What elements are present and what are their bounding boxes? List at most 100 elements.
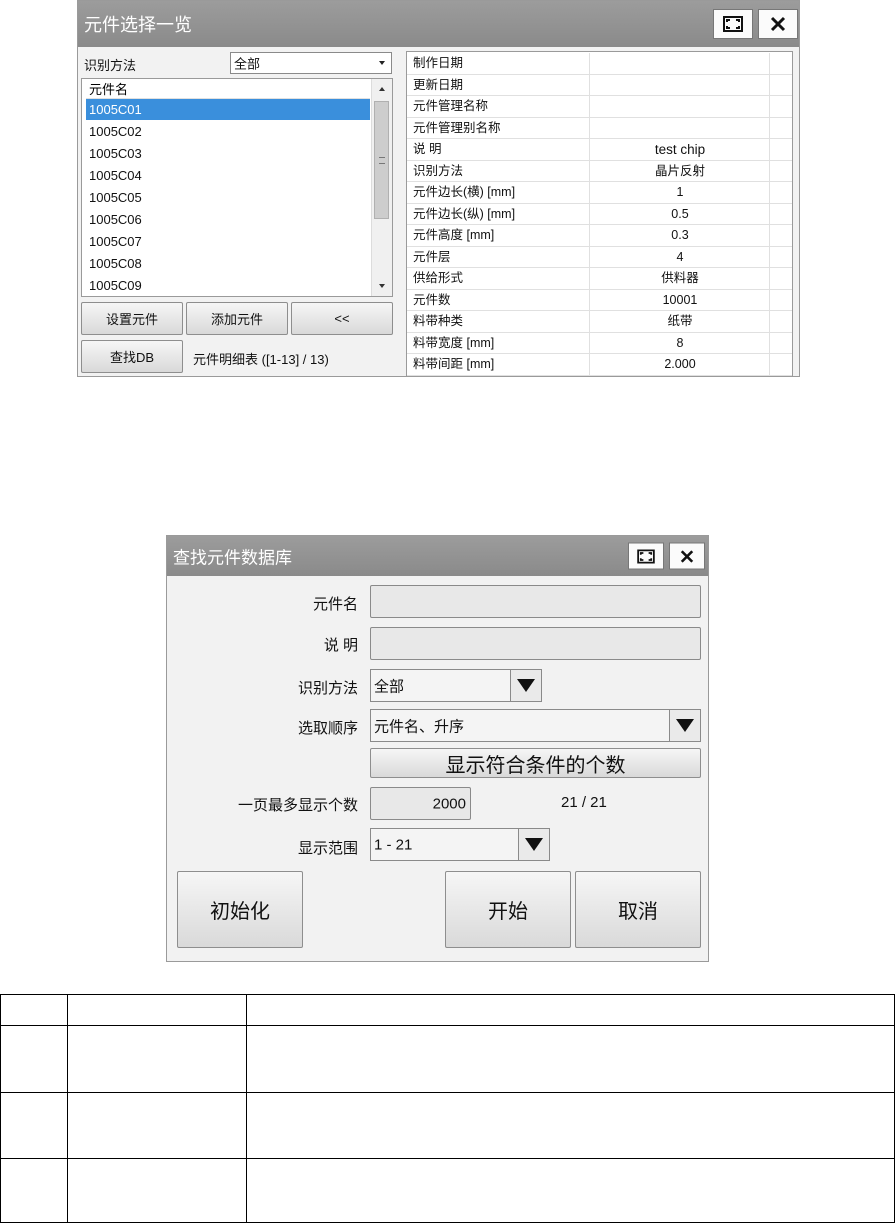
table-cell	[246, 1025, 895, 1093]
table-cell	[246, 1158, 895, 1223]
scroll-up-icon[interactable]	[379, 87, 385, 91]
list-item[interactable]: 1005C04	[86, 165, 370, 186]
list-item-label: 1005C06	[89, 212, 142, 227]
list-scrollbar[interactable]	[371, 79, 392, 296]
description-label: 说 明	[323, 637, 358, 654]
dropdown-arrow[interactable]	[510, 670, 541, 701]
match-count: 21 / 21	[561, 794, 607, 811]
order-label: 选取顺序	[297, 720, 358, 737]
triangle-down-icon	[676, 719, 694, 732]
table-cell	[246, 1092, 895, 1159]
range-value: 1 - 21	[374, 836, 413, 853]
description-input[interactable]	[370, 627, 701, 660]
dropdown-arrow[interactable]	[518, 829, 549, 860]
set-component-button[interactable]: 设置元件	[81, 302, 183, 335]
table-row	[0, 1092, 895, 1159]
find-db-button[interactable]: 查找DB	[81, 340, 183, 373]
list-item-label: 1005C03	[89, 146, 142, 161]
scroll-down-icon[interactable]	[379, 284, 385, 288]
list-item[interactable]: 1005C08	[86, 253, 370, 274]
property-name: 元件数	[413, 292, 451, 307]
property-value	[589, 53, 770, 74]
table-row: 料带宽度 [mm] 8	[407, 332, 792, 354]
property-value: 晶片反射	[589, 160, 770, 182]
list-item[interactable]: 1005C03	[86, 143, 370, 164]
document-table	[0, 994, 895, 1223]
scroll-thumb[interactable]	[374, 101, 389, 219]
list-header: 元件名	[86, 81, 370, 99]
title-bar: 元件选择一览	[78, 1, 799, 47]
close-button[interactable]	[669, 542, 705, 570]
window-title: 查找元件数据库	[173, 548, 292, 568]
list-item-label: 1005C05	[89, 190, 142, 205]
order-dropdown[interactable]: 元件名、升序	[370, 709, 701, 742]
name-input[interactable]	[370, 585, 701, 618]
property-value	[589, 74, 770, 96]
component-list[interactable]: 元件名 1005C01 1005C02 1005C03 1005C04 1005…	[81, 78, 393, 297]
property-name: 料带间距 [mm]	[413, 357, 495, 371]
list-item[interactable]: 1005C02	[86, 121, 370, 142]
property-name: 料带种类	[413, 314, 464, 328]
add-component-label: 添加元件	[210, 312, 263, 327]
recognition-dropdown[interactable]: 全部	[230, 52, 392, 74]
property-name: 说 明	[413, 142, 442, 156]
list-item[interactable]: 1005C06	[86, 209, 370, 230]
show-count-label: 显示符合条件的个数	[445, 754, 626, 777]
list-item[interactable]: 1005C05	[86, 187, 370, 208]
find-db-label: 查找DB	[109, 350, 155, 365]
property-value: 2.000	[589, 354, 770, 375]
property-value: 0.3	[589, 225, 770, 246]
property-name: 制作日期	[413, 56, 464, 70]
table-cell	[0, 1092, 68, 1159]
list-item-label: 1005C04	[89, 168, 142, 183]
table-cell	[0, 1158, 68, 1223]
initialize-button[interactable]: 初始化	[177, 871, 303, 948]
recognition-label: 识别方法	[297, 680, 358, 697]
property-value: 0.5	[589, 203, 770, 225]
max-per-page-value: 2000	[432, 795, 466, 812]
close-button[interactable]	[758, 9, 798, 39]
add-component-button[interactable]: 添加元件	[186, 302, 288, 335]
show-count-button[interactable]: 显示符合条件的个数	[370, 748, 701, 778]
title-bar: 查找元件数据库	[167, 536, 708, 576]
component-select-window: 元件选择一览 识别方法 全部 元件名 1005C01 1005C02 1005C…	[77, 0, 800, 377]
start-button[interactable]: 开始	[445, 871, 571, 948]
property-name: 元件管理名称	[413, 99, 489, 113]
property-name: 更新日期	[413, 77, 464, 92]
maximize-button[interactable]	[713, 9, 753, 39]
property-name: 元件边长(横) [mm]	[413, 185, 516, 199]
list-header-label: 元件名	[89, 82, 129, 97]
search-db-window: 查找元件数据库 元件名 说 明 识别方法 全部 选取顺序 元件名、升序 显示符合…	[166, 535, 709, 962]
list-item[interactable]: 1005C09	[86, 275, 370, 296]
property-name: 元件边长(纵) [mm]	[413, 206, 516, 221]
range-dropdown[interactable]: 1 - 21	[370, 828, 550, 861]
property-value	[589, 117, 770, 139]
property-value: 10001	[589, 289, 770, 311]
maximize-icon	[637, 549, 655, 563]
table-row: 料带种类 纸带	[407, 311, 792, 333]
table-cell	[67, 994, 247, 1026]
recognition-dropdown[interactable]: 全部	[370, 669, 542, 702]
table-row: 元件边长(横) [mm] 1	[407, 182, 792, 204]
recognition-value: 全部	[234, 56, 261, 72]
back-button[interactable]: <<	[291, 302, 393, 335]
window-title: 元件选择一览	[84, 15, 192, 35]
set-component-label: 设置元件	[105, 312, 158, 327]
table-row: 元件边长(纵) [mm] 0.5	[407, 203, 792, 225]
table-row: 元件管理名称	[407, 96, 792, 118]
table-row	[0, 994, 895, 1026]
list-item-label: 1005C07	[89, 234, 142, 249]
list-item[interactable]: 1005C01	[86, 99, 370, 120]
range-label: 显示范围	[297, 840, 358, 857]
maximize-button[interactable]	[628, 542, 664, 570]
max-per-page-input[interactable]: 2000	[370, 787, 471, 820]
order-value: 元件名、升序	[374, 718, 465, 735]
list-item[interactable]: 1005C07	[86, 231, 370, 252]
table-row: 元件数 10001	[407, 289, 792, 311]
dropdown-arrow[interactable]	[669, 710, 700, 741]
max-per-page-label: 一页最多显示个数	[237, 797, 358, 814]
cancel-button[interactable]: 取消	[575, 871, 701, 948]
table-row: 识别方法 晶片反射	[407, 160, 792, 182]
table-row: 供给形式 供料器	[407, 268, 792, 290]
table-cell	[0, 994, 68, 1026]
